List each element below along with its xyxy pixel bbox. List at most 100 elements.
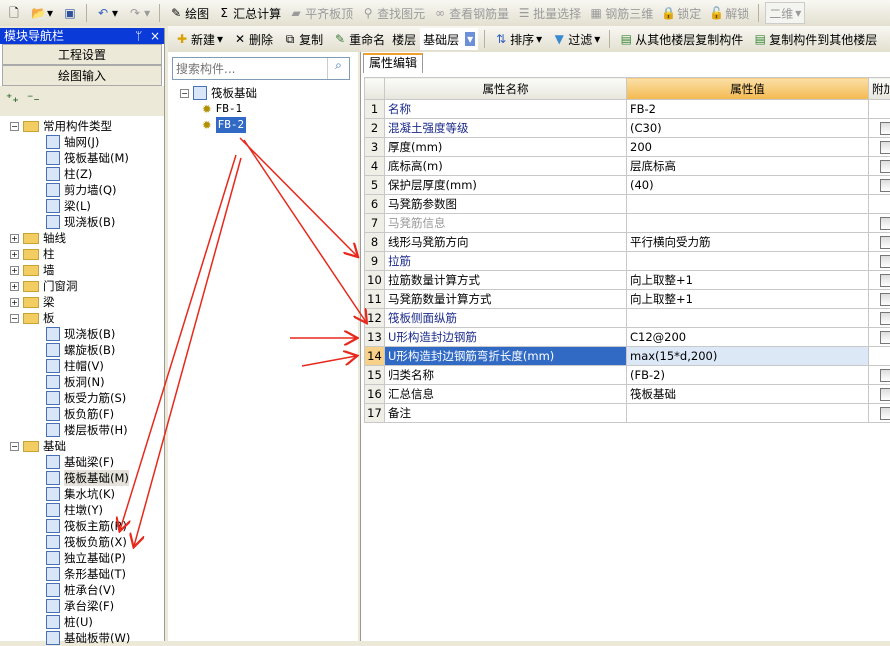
tree-item[interactable]: 梁(L) <box>0 198 165 214</box>
tree-folder[interactable]: +轴线 <box>0 230 165 246</box>
property-value[interactable] <box>627 214 869 233</box>
property-name[interactable]: 底标高(m) <box>385 157 627 176</box>
tree-item[interactable]: 筏板负筋(X) <box>0 534 165 550</box>
tree-item[interactable]: 桩承台(V) <box>0 582 165 598</box>
copy-to-floor-button[interactable]: ▤复制构件到其他楼层 <box>750 28 880 50</box>
project-settings-button[interactable]: 工程设置 <box>2 44 162 65</box>
copy-from-floor-button[interactable]: ▤从其他楼层复制构件 <box>616 28 746 50</box>
tree-item[interactable]: 板受力筋(S) <box>0 390 165 406</box>
collapse-all-icon[interactable]: ⁻₋ <box>27 91 40 105</box>
property-value[interactable] <box>627 404 869 423</box>
toolbar-button-8[interactable]: 🔓解锁 <box>706 2 752 24</box>
tree-folder[interactable]: −常用构件类型 <box>0 118 165 134</box>
property-name[interactable]: 马凳筋参数图 <box>385 195 627 214</box>
tree-item[interactable]: 柱(Z) <box>0 166 165 182</box>
property-name[interactable]: 拉筋数量计算方式 <box>385 271 627 290</box>
property-name[interactable]: 马凳筋信息 <box>385 214 627 233</box>
property-name[interactable]: 备注 <box>385 404 627 423</box>
collapse-icon[interactable]: − <box>10 442 19 451</box>
tree-item[interactable]: 板洞(N) <box>0 374 165 390</box>
extra-checkbox[interactable] <box>880 141 890 154</box>
column-header-value[interactable]: 属性值 <box>627 78 869 100</box>
tree-folder[interactable]: +门窗洞 <box>0 278 165 294</box>
property-name[interactable]: 名称 <box>385 100 627 119</box>
property-value[interactable] <box>627 195 869 214</box>
property-name[interactable]: 筏板侧面纵筋 <box>385 309 627 328</box>
expand-all-icon[interactable]: ⁺₊ <box>6 91 19 105</box>
property-value[interactable]: 200 <box>627 138 869 157</box>
extra-checkbox[interactable] <box>880 236 890 249</box>
property-name[interactable]: U形构造封边钢筋 <box>385 328 627 347</box>
tree-item[interactable]: 基础梁(F) <box>0 454 165 470</box>
extra-checkbox[interactable] <box>880 407 890 420</box>
property-value[interactable]: (C30) <box>627 119 869 138</box>
tree-folder[interactable]: +梁 <box>0 294 165 310</box>
tree-item[interactable]: 螺旋板(B) <box>0 342 165 358</box>
undo-button[interactable]: ↶▾ <box>93 2 121 24</box>
tree-item[interactable]: 集水坑(K) <box>0 486 165 502</box>
table-row[interactable]: 17 备注 <box>365 404 890 423</box>
property-value[interactable] <box>627 309 869 328</box>
delete-button[interactable]: ✕删除 <box>230 28 276 50</box>
tree-item[interactable]: 柱帽(V) <box>0 358 165 374</box>
tree-item[interactable]: 独立基础(P) <box>0 550 165 566</box>
table-row[interactable]: 16 汇总信息 筏板基础 <box>365 385 890 404</box>
extra-checkbox[interactable] <box>880 274 890 287</box>
property-value[interactable]: 层底标高 <box>627 157 869 176</box>
toolbar-button-1[interactable]: Σ汇总计算 <box>214 2 284 24</box>
property-name[interactable]: 马凳筋数量计算方式 <box>385 290 627 309</box>
tree-folder[interactable]: −基础 <box>0 438 165 454</box>
property-value[interactable]: max(15*d,200) <box>627 347 869 366</box>
table-row[interactable]: 4 底标高(m) 层底标高 <box>365 157 890 176</box>
extra-checkbox[interactable] <box>880 217 890 230</box>
tree-item[interactable]: 桩(U) <box>0 614 165 630</box>
property-name[interactable]: 归类名称 <box>385 366 627 385</box>
table-row[interactable]: 11 马凳筋数量计算方式 向上取整+1 <box>365 290 890 309</box>
tree-folder[interactable]: +柱 <box>0 246 165 262</box>
tree-item[interactable]: 柱墩(Y) <box>0 502 165 518</box>
property-name[interactable]: U形构造封边钢筋弯折长度(mm) <box>385 347 627 366</box>
table-row[interactable]: 6 马凳筋参数图 <box>365 195 890 214</box>
table-row[interactable]: 5 保护层厚度(mm) (40) <box>365 176 890 195</box>
table-row[interactable]: 15 归类名称 (FB-2) <box>365 366 890 385</box>
extra-checkbox[interactable] <box>880 369 890 382</box>
toolbar-button-6[interactable]: ▦钢筋三维 <box>586 2 656 24</box>
property-value[interactable]: 向上取整+1 <box>627 271 869 290</box>
table-row[interactable]: 1 名称 FB-2 <box>365 100 890 119</box>
tree-item[interactable]: 筏板基础(M) <box>0 470 165 486</box>
column-header-name[interactable]: 属性名称 <box>385 78 627 100</box>
expand-icon[interactable]: + <box>10 266 19 275</box>
property-name[interactable]: 拉筋 <box>385 252 627 271</box>
table-row[interactable]: 13 U形构造封边钢筋 C12@200 <box>365 328 890 347</box>
collapse-icon[interactable]: − <box>10 122 19 131</box>
extra-checkbox[interactable] <box>880 293 890 306</box>
search-icon[interactable]: ⌕ <box>327 58 349 79</box>
toolbar-button-0[interactable]: ✎绘图 <box>166 2 212 24</box>
table-row[interactable]: 2 混凝土强度等级 (C30) <box>365 119 890 138</box>
tree-item[interactable]: 板负筋(F) <box>0 406 165 422</box>
tree-item[interactable]: 楼层板带(H) <box>0 422 165 438</box>
table-row[interactable]: 9 拉筋 <box>365 252 890 271</box>
tree-folder[interactable]: +墙 <box>0 262 165 278</box>
extra-checkbox[interactable] <box>880 255 890 268</box>
table-row[interactable]: 7 马凳筋信息 <box>365 214 890 233</box>
floor-select[interactable]: 基础层▾ <box>420 28 478 50</box>
collapse-icon[interactable]: − <box>10 314 19 323</box>
toolbar-button-4[interactable]: ∞查看钢筋量 <box>430 2 512 24</box>
view-mode-select[interactable]: 二维 ▾ <box>765 2 805 24</box>
tree-item[interactable]: 基础板带(W) <box>0 630 165 646</box>
save-button[interactable]: ▣ <box>60 2 80 24</box>
drawing-input-button[interactable]: 绘图输入 <box>2 65 162 86</box>
property-name[interactable]: 汇总信息 <box>385 385 627 404</box>
property-value[interactable]: FB-2 <box>627 100 869 119</box>
close-icon[interactable]: × <box>150 29 160 43</box>
extra-checkbox[interactable] <box>880 331 890 344</box>
tree-folder[interactable]: −板 <box>0 310 165 326</box>
search-input[interactable] <box>173 58 327 79</box>
tree-item[interactable]: 轴网(J) <box>0 134 165 150</box>
expand-icon[interactable]: + <box>10 234 19 243</box>
table-row[interactable]: 12 筏板侧面纵筋 <box>365 309 890 328</box>
property-name[interactable]: 保护层厚度(mm) <box>385 176 627 195</box>
property-value[interactable]: 筏板基础 <box>627 385 869 404</box>
extra-checkbox[interactable] <box>880 179 890 192</box>
